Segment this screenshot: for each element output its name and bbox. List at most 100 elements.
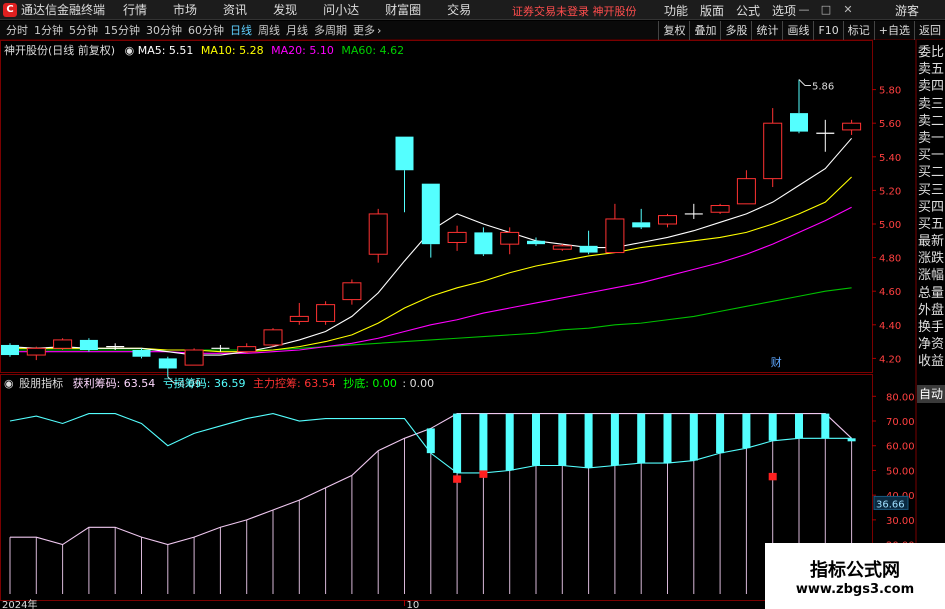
draw-line-button[interactable]: 画线 xyxy=(782,21,813,40)
candle-body xyxy=(368,213,388,255)
candle-body xyxy=(447,231,467,243)
chevron-right-icon[interactable]: › xyxy=(377,24,381,37)
period-multi[interactable]: 多周期 xyxy=(314,22,347,38)
event-marker: 财 xyxy=(771,355,782,369)
side-item-bid2[interactable]: 买二 xyxy=(917,164,945,181)
side-item-ask1[interactable]: 卖一 xyxy=(917,130,945,147)
candle-body xyxy=(710,205,730,213)
indicator-name[interactable]: 股朋指标 xyxy=(19,377,63,390)
menu-ask-xiaoda[interactable]: 问小达 xyxy=(323,1,359,18)
main-tick-label: 5.60 xyxy=(879,119,901,130)
menu-trade[interactable]: 交易 xyxy=(447,1,471,18)
period-30min[interactable]: 30分钟 xyxy=(146,22,182,38)
f10-button[interactable]: F10 xyxy=(813,21,842,40)
candle-body xyxy=(184,349,204,366)
close-icon[interactable]: ✕ xyxy=(842,4,854,16)
candle-body xyxy=(79,339,98,350)
current-value-label: 36.66 xyxy=(876,499,905,510)
main-chart-header: 神开股份(日线 前复权) ◉ MA5: 5.51 MA10: 5.28 MA20… xyxy=(4,42,404,58)
statistics-button[interactable]: 统计 xyxy=(751,21,782,40)
menu-options[interactable]: 选项 xyxy=(772,2,796,19)
menu-functions[interactable]: 功能 xyxy=(664,2,688,19)
side-item-bid-ratio[interactable]: 委比 xyxy=(917,44,945,61)
menu-quotes[interactable]: 行情 xyxy=(123,1,147,18)
menu-discover[interactable]: 发现 xyxy=(273,1,297,18)
eye-icon[interactable]: ◉ xyxy=(125,44,135,57)
candle-body xyxy=(342,282,362,301)
loss-marker-bar xyxy=(847,438,856,442)
side-item-bid1[interactable]: 买一 xyxy=(917,147,945,164)
overlay-button[interactable]: 叠加 xyxy=(689,21,720,40)
side-item-earnings[interactable]: 收益 xyxy=(917,353,945,370)
side-item-bid3[interactable]: 买三 xyxy=(917,182,945,199)
period-1min[interactable]: 1分钟 xyxy=(34,22,63,38)
sub-tick-label: 70.00 xyxy=(886,417,915,428)
minimize-icon[interactable]: — xyxy=(798,4,810,16)
side-item-change[interactable]: 涨跌 xyxy=(917,250,945,267)
candle-body xyxy=(790,113,808,132)
side-item-net-assets[interactable]: 净资 xyxy=(917,336,945,353)
side-item-ask4[interactable]: 卖四 xyxy=(917,78,945,95)
high-marker-line xyxy=(798,79,811,87)
multi-stock-button[interactable]: 多股 xyxy=(720,21,751,40)
period-more[interactable]: 更多 xyxy=(353,22,375,38)
period-monthly[interactable]: 月线 xyxy=(286,22,308,38)
menu-market[interactable]: 市场 xyxy=(173,1,197,18)
period-15min[interactable]: 15分钟 xyxy=(104,22,140,38)
guest-login-button[interactable]: 游客 xyxy=(895,2,919,19)
period-5min[interactable]: 5分钟 xyxy=(69,22,98,38)
app-title: 通达信金融终端 xyxy=(21,3,106,17)
restore-icon[interactable]: □ xyxy=(820,4,832,16)
side-item-latest[interactable]: 最新 xyxy=(917,233,945,250)
loss-marker-bar xyxy=(795,413,803,439)
indicator-settings-icon[interactable]: ◉ xyxy=(4,377,14,390)
loss-marker-bar xyxy=(479,413,488,473)
date-month-label: 10 xyxy=(407,600,420,609)
period-weekly[interactable]: 周线 xyxy=(258,22,280,38)
candle-body xyxy=(552,245,572,250)
candle-body xyxy=(1,344,19,356)
sub-tick-label: 80.00 xyxy=(886,392,915,403)
loss-marker-bar xyxy=(689,413,698,461)
profit-label: 获利筹码: 63.54 xyxy=(72,377,156,390)
menu-formula[interactable]: 公式 xyxy=(736,2,760,19)
candle-body xyxy=(316,304,336,322)
period-daily[interactable]: 日线 xyxy=(230,22,252,38)
menu-wealth-circle[interactable]: 财富圈 xyxy=(385,1,421,18)
candle-body xyxy=(237,346,257,353)
loss-marker-bar xyxy=(637,413,646,464)
main-control-bar xyxy=(453,475,462,483)
side-item-ask3[interactable]: 卖三 xyxy=(917,96,945,113)
period-intraday[interactable]: 分时 xyxy=(6,22,28,38)
sub-chart-header: ◉ 股朋指标 获利筹码: 63.54 亏损筹码: 36.59 主力控筹: 63.… xyxy=(4,375,434,391)
side-item-volume[interactable]: 总量 xyxy=(917,285,945,302)
ma60-label: MA60: 4.62 xyxy=(341,44,405,57)
back-button[interactable]: 返回 xyxy=(914,21,945,40)
period-toolbar: 分时 1分钟 5分钟 15分钟 30分钟 60分钟 日线 周线 月线 多周期 更… xyxy=(0,21,945,40)
side-item-outer-volume[interactable]: 外盘 xyxy=(917,302,945,319)
bottom-label: 抄底: 0.00 xyxy=(343,377,397,390)
adjust-button[interactable]: 复权 xyxy=(658,21,689,40)
loss-marker-bar xyxy=(768,413,777,441)
loss-marker-bar xyxy=(426,428,435,454)
menu-layout[interactable]: 版面 xyxy=(700,2,724,19)
stock-name: 神开股份(日线 前复权) xyxy=(4,44,116,57)
side-item-bid4[interactable]: 买四 xyxy=(917,199,945,216)
auto-button[interactable]: 自动 xyxy=(917,385,945,403)
loss-marker-bar xyxy=(742,413,751,449)
side-item-ask5[interactable]: 卖五 xyxy=(917,61,945,78)
main-tick-label: 5.00 xyxy=(879,220,901,231)
side-item-turnover[interactable]: 换手 xyxy=(917,319,945,336)
loss-marker-bar xyxy=(821,413,830,439)
side-item-bid5[interactable]: 买五 xyxy=(917,216,945,233)
add-watchlist-button[interactable]: +自选 xyxy=(873,21,914,40)
chart-canvas[interactable]: 5.864.09财 5.805.605.405.205.004.804.604.… xyxy=(0,40,917,609)
main-control-label: 主力控筹: 63.54 xyxy=(253,377,336,390)
toolbar-buttons: 复权 叠加 多股 统计 画线 F10 标记 +自选 返回 xyxy=(658,21,945,40)
candle-body xyxy=(158,358,177,369)
mark-button[interactable]: 标记 xyxy=(842,21,874,40)
side-item-change-pct[interactable]: 涨幅 xyxy=(917,267,945,284)
menu-news[interactable]: 资讯 xyxy=(223,1,247,18)
side-item-ask2[interactable]: 卖二 xyxy=(917,113,945,130)
period-60min[interactable]: 60分钟 xyxy=(188,22,224,38)
